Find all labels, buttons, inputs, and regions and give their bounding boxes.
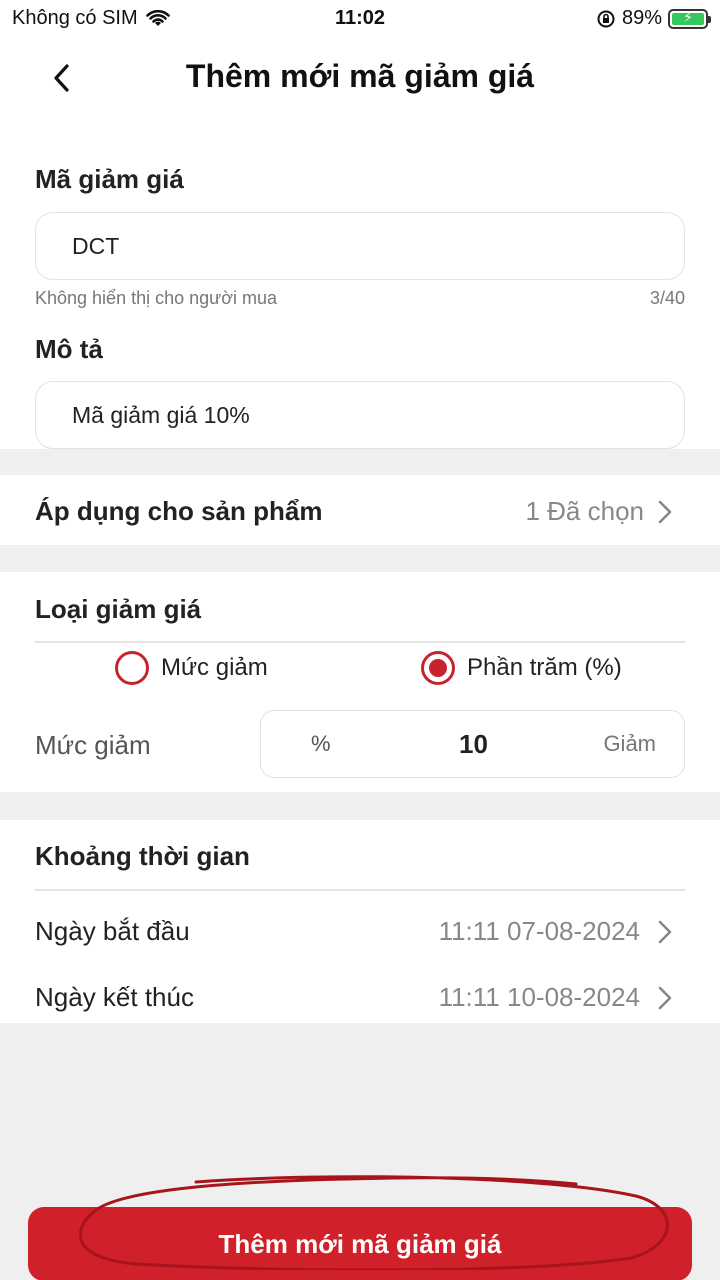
discount-amount-label: Mức giảm	[35, 730, 151, 760]
radio-option-amount[interactable]: Mức giảm	[115, 651, 268, 685]
description-input[interactable]: Mã giảm giá 10%	[35, 381, 685, 449]
status-right-group: 89% ⚡	[596, 7, 711, 30]
header: Thêm mới mã giảm giá	[0, 36, 720, 122]
radio-checked-icon	[421, 651, 455, 685]
voucher-info-section: Mã giảm giá DCT Không hiển thị cho người…	[0, 122, 720, 449]
radio-option-percent-label: Phần trăm (%)	[467, 654, 622, 681]
battery-percent: 89%	[621, 7, 662, 29]
chevron-right-icon	[658, 986, 672, 1009]
end-date-value: 11:11 10-08-2024	[438, 982, 640, 1012]
radio-unchecked-icon	[115, 651, 149, 685]
discount-unit: %	[311, 731, 331, 756]
divider	[35, 889, 685, 891]
divider	[35, 641, 685, 643]
discount-type-section: Loại giảm giá Mức giảm Phần trăm (%) Mức…	[0, 572, 720, 792]
start-date-label: Ngày bắt đầu	[35, 916, 190, 946]
time-period-label: Khoảng thời gian	[35, 841, 250, 871]
discount-amount-input[interactable]: % 10 Giảm	[260, 710, 685, 778]
start-date-value: 11:11 07-08-2024	[438, 916, 640, 946]
apply-products-value: 1 Đã chọn	[525, 496, 644, 526]
chevron-right-icon	[658, 920, 672, 943]
discount-suffix: Giảm	[603, 731, 656, 756]
voucher-code-input[interactable]: DCT	[35, 212, 685, 280]
end-date-value-group: 11:11 10-08-2024	[439, 982, 676, 1013]
radio-option-amount-label: Mức giảm	[161, 654, 268, 681]
start-date-value-group: 11:11 07-08-2024	[439, 916, 676, 947]
orientation-lock-icon	[597, 10, 615, 27]
voucher-code-hint: Không hiển thị cho người mua	[35, 288, 278, 308]
battery-charging-icon: ⚡	[668, 8, 711, 29]
radio-option-percent[interactable]: Phần trăm (%)	[421, 651, 622, 685]
time-period-section: Khoảng thời gian Ngày bắt đầu 11:11 07-0…	[0, 820, 720, 1023]
apply-products-label: Áp dụng cho sản phẩm	[35, 496, 323, 526]
status-bar: Không có SIM 11:02 89% ⚡	[0, 0, 720, 36]
description-label: Mô tả	[35, 334, 103, 364]
end-date-label: Ngày kết thúc	[35, 982, 194, 1012]
discount-amount-value: 10	[459, 729, 488, 759]
voucher-code-counter: 3/40	[649, 288, 685, 308]
submit-button[interactable]: Thêm mới mã giảm giá	[28, 1207, 692, 1280]
apply-products-value-group: 1 Đã chọn	[525, 496, 676, 527]
chevron-right-icon	[658, 500, 672, 523]
voucher-code-label: Mã giảm giá	[35, 164, 184, 194]
page-title: Thêm mới mã giảm giá	[185, 58, 535, 94]
discount-type-label: Loại giảm giá	[35, 594, 202, 624]
apply-products-row[interactable]: Áp dụng cho sản phẩm 1 Đã chọn	[0, 475, 720, 545]
